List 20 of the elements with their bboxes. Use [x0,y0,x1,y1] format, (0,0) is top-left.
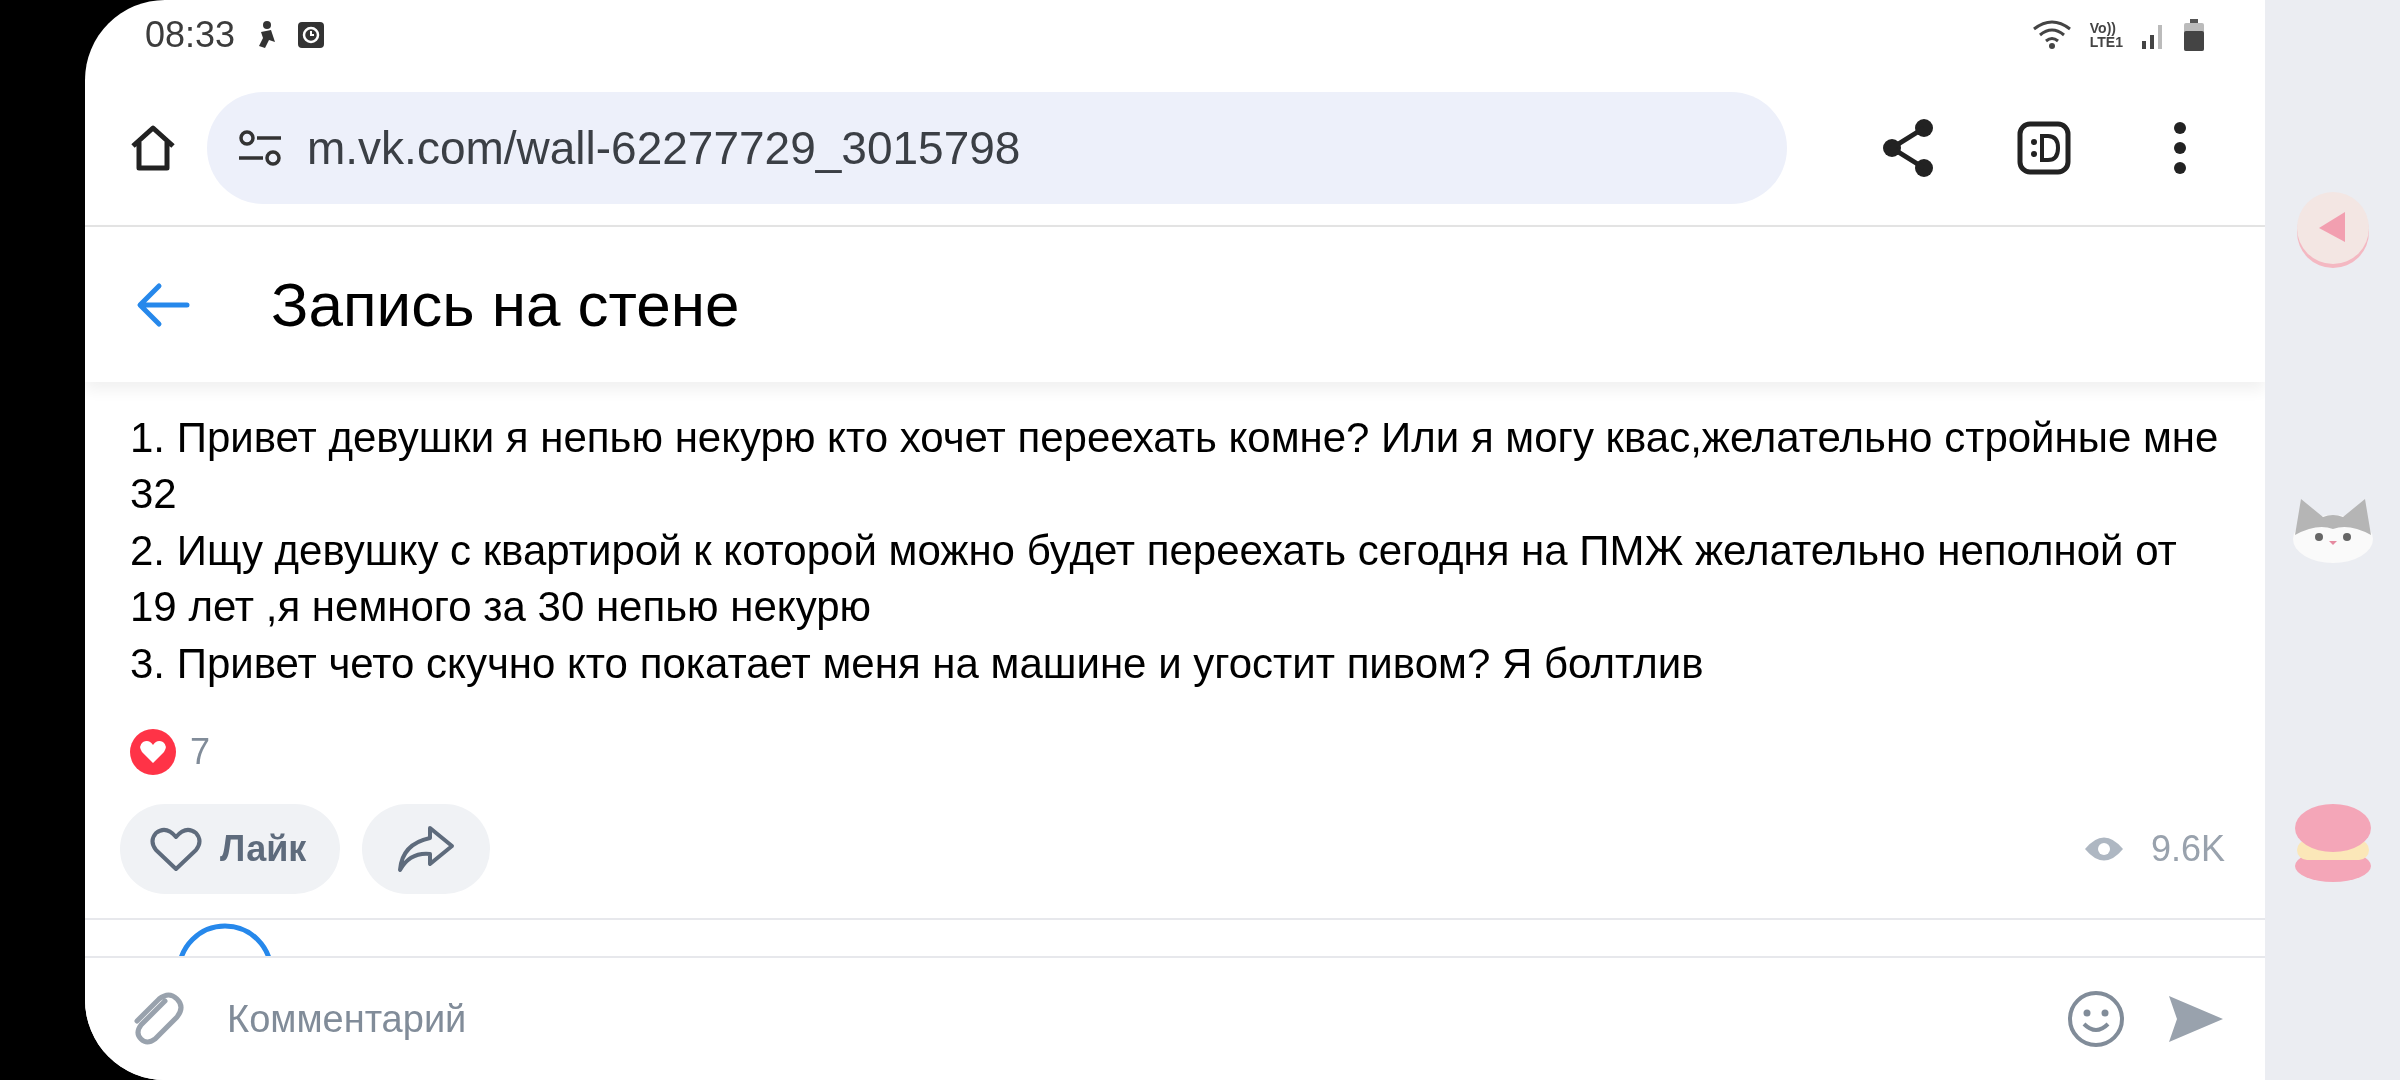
share-arrow-icon [396,824,457,875]
site-settings-icon [237,127,283,168]
clock-icon [297,20,326,49]
reaction-count: 7 [190,731,211,774]
address-bar[interactable]: m.vk.com/wall-62277729_3015798 [207,91,1787,204]
url-text: m.vk.com/wall-62277729_3015798 [307,120,1021,175]
wifi-icon [2031,18,2072,51]
battery-icon [2183,18,2205,51]
status-time: 08:33 [145,13,236,56]
emoji-icon[interactable] [2067,990,2125,1049]
page-title: Запись на стене [271,269,740,341]
heart-icon [148,825,204,874]
back-button[interactable] [135,281,191,328]
post-text: 3. Привет чето скучно кто покатает меня на машине и угостит пивом? Я болтлив [130,638,1705,689]
post-text: 1. Привет девушки я непью некурю кто хочет переехать комне? Или я могу квас,желательно стройные мне 32 [130,412,2220,520]
like-button[interactable]: Лайк [120,804,341,895]
view-count: 9.6K [2150,828,2225,871]
comment-field[interactable]: Комментарий [225,996,2027,1042]
network-label: Vo)) [2089,20,2117,35]
post-text: 2. Ищу девушку с квартирой к которой можно будет переехать сегодня на ПМЖ желательно неполной от 19 лет ,я немного за 30 непью некурю [130,525,2178,633]
